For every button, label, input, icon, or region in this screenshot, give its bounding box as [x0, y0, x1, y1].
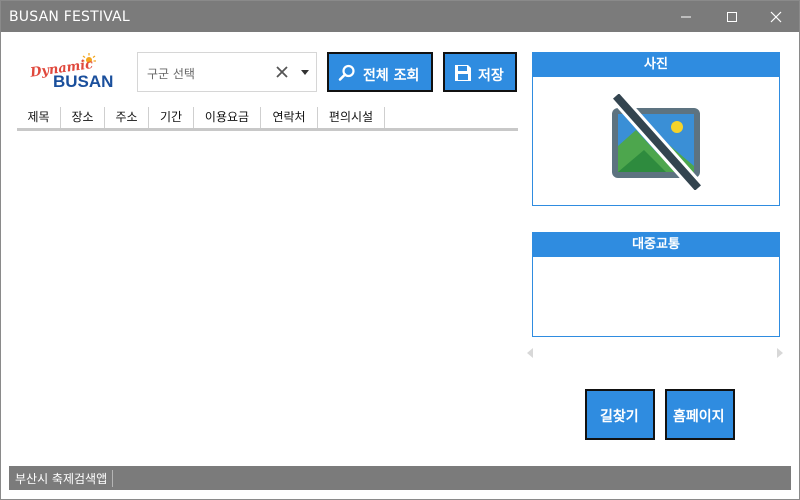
- dynamic-busan-logo: Dynamic BUSAN: [27, 53, 117, 93]
- column-header-title[interactable]: 제목: [17, 107, 61, 128]
- save-label: 저장: [478, 68, 504, 84]
- clear-icon[interactable]: [276, 66, 288, 78]
- column-header-facilities[interactable]: 편의시설: [318, 107, 385, 128]
- homepage-label: 홈페이지: [673, 409, 725, 425]
- chevron-down-icon[interactable]: [301, 70, 309, 75]
- window-title: BUSAN FESTIVAL: [9, 9, 130, 25]
- district-select[interactable]: 구군 선택: [137, 52, 317, 92]
- photo-panel: 사진: [532, 52, 780, 206]
- logo-line2: BUSAN: [53, 72, 113, 91]
- district-select-placeholder: 구군 선택: [147, 67, 195, 81]
- floppy-disk-icon: [455, 65, 471, 81]
- homepage-button[interactable]: 홈페이지: [665, 389, 735, 440]
- status-text: 부산시 축제검색앱: [15, 470, 114, 487]
- column-header-period[interactable]: 기간: [149, 107, 194, 128]
- festival-grid-header: 제목 장소 주소 기간 이용요금 연락처 편의시설: [17, 107, 518, 131]
- column-header-contact[interactable]: 연락처: [261, 107, 318, 128]
- search-all-button[interactable]: 전체 조회: [327, 52, 433, 92]
- minimize-icon: [681, 16, 691, 18]
- column-header-fee[interactable]: 이용요금: [194, 107, 261, 128]
- save-button[interactable]: 저장: [443, 52, 517, 92]
- directions-button[interactable]: 길찾기: [585, 389, 655, 440]
- transit-panel: 대중교통: [532, 232, 780, 337]
- directions-label: 길찾기: [600, 409, 639, 425]
- status-bar: 부산시 축제검색앱: [9, 466, 791, 490]
- maximize-icon: [727, 12, 737, 22]
- no-image-icon: [610, 94, 704, 190]
- close-icon: [770, 11, 782, 23]
- title-bar[interactable]: BUSAN FESTIVAL: [1, 1, 799, 32]
- search-all-label: 전체 조회: [363, 68, 420, 84]
- column-header-address[interactable]: 주소: [105, 107, 149, 128]
- chevron-left-icon[interactable]: [527, 348, 533, 358]
- search-icon: [338, 64, 355, 81]
- maximize-button[interactable]: [709, 1, 755, 32]
- column-header-place[interactable]: 장소: [61, 107, 105, 128]
- close-button[interactable]: [753, 1, 799, 32]
- app-window: BUSAN FESTIVAL Dynamic BUSAN 구군 선택 전체 조회…: [0, 0, 800, 500]
- transit-panel-title: 대중교통: [533, 233, 779, 257]
- minimize-button[interactable]: [663, 1, 709, 32]
- photo-panel-title: 사진: [533, 53, 779, 77]
- chevron-right-icon[interactable]: [777, 348, 783, 358]
